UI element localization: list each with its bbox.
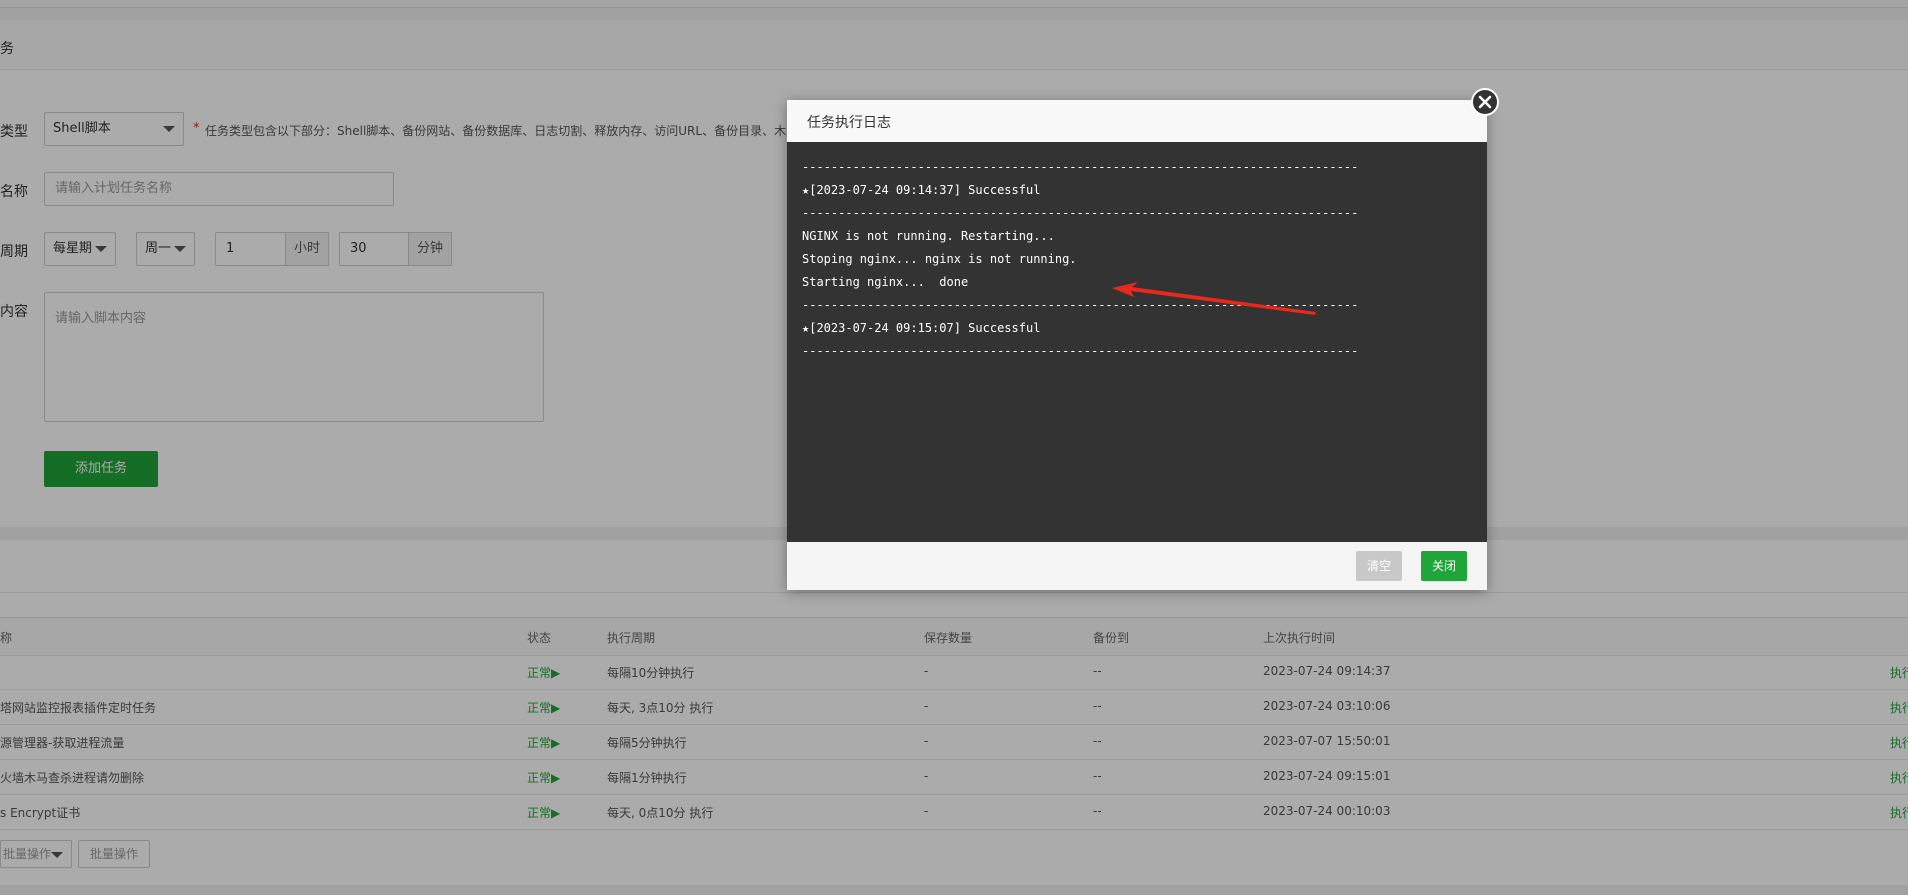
modal-footer: 清空 关闭 — [787, 542, 1487, 590]
log-line: ----------------------------------------… — [802, 344, 1359, 358]
modal-header: 任务执行日志 — [787, 100, 1487, 143]
log-line: NGINX is not running. Restarting... — [802, 229, 1055, 243]
log-line: ★[2023-07-24 09:14:37] Successful — [802, 183, 1041, 197]
log-line: Stoping nginx... nginx is not running. — [802, 252, 1077, 266]
log-line: ★[2023-07-24 09:15:07] Successful — [802, 321, 1041, 335]
log-line: ----------------------------------------… — [802, 160, 1359, 174]
close-button[interactable]: 关闭 — [1421, 551, 1467, 581]
log-output[interactable]: ----------------------------------------… — [787, 142, 1487, 542]
log-line: Starting nginx... done — [802, 275, 969, 289]
log-line: ----------------------------------------… — [802, 206, 1359, 220]
clear-button[interactable]: 清空 — [1356, 551, 1402, 581]
task-log-modal: 任务执行日志 ---------------------------------… — [787, 100, 1487, 590]
annotation-arrow — [1112, 282, 1316, 315]
modal-title: 任务执行日志 — [807, 115, 891, 131]
close-icon[interactable] — [1471, 88, 1499, 116]
